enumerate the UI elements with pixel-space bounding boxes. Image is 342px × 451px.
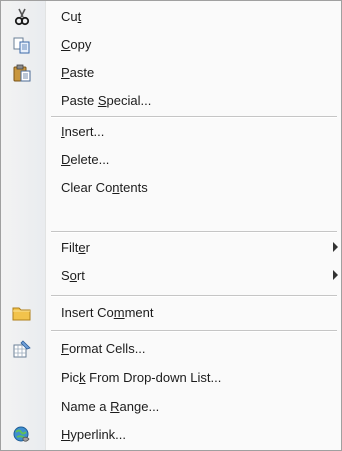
menu-item-pick-from-drop-down-list[interactable]: Pick From Drop-down List... (1, 364, 341, 392)
menu-item-label: Paste Special... (61, 93, 152, 108)
menu-item-copy[interactable]: Copy (1, 31, 341, 59)
menu-item-filter[interactable]: Filter (1, 234, 341, 262)
context-menu: Cut Copy Paste Paste Special... Insert..… (0, 0, 342, 451)
menu-item-label: Filter (61, 240, 90, 255)
menu-item-insert[interactable]: Insert... (1, 118, 341, 146)
hyperlink-icon (12, 426, 32, 444)
submenu-arrow-icon (333, 242, 338, 252)
menu-separator (51, 330, 337, 332)
menu-item-label: Delete... (61, 152, 110, 167)
menu-item-label: Cut (61, 9, 82, 24)
menu-item-clear-contents[interactable]: Clear Contents (1, 174, 341, 202)
menu-item-hyperlink[interactable]: Hyperlink... (1, 421, 341, 449)
menu-item-label: Insert Comment (61, 305, 154, 320)
menu-separator (51, 231, 337, 233)
menu-item-label: Insert... (61, 124, 105, 139)
menu-item-label: Hyperlink... (61, 427, 127, 442)
menu-item-sort[interactable]: Sort (1, 262, 341, 290)
menu-item-delete[interactable]: Delete... (1, 146, 341, 174)
menu-item-cut[interactable]: Cut (1, 3, 341, 31)
format-cells-icon (12, 340, 32, 358)
menu-item-paste-special[interactable]: Paste Special... (1, 87, 341, 115)
submenu-arrow-icon (333, 270, 338, 280)
insert-comment-icon (12, 304, 32, 322)
cut-icon (12, 8, 32, 26)
copy-icon (12, 36, 32, 54)
menu-item-label: Copy (61, 37, 92, 52)
menu-item-paste[interactable]: Paste (1, 59, 341, 87)
menu-item-label: Paste (61, 65, 95, 80)
menu-item-label: Name a Range... (61, 399, 160, 414)
paste-icon (12, 64, 32, 82)
menu-item-insert-comment[interactable]: Insert Comment (1, 299, 341, 327)
menu-item-name-a-range[interactable]: Name a Range... (1, 393, 341, 421)
menu-item-format-cells[interactable]: Format Cells... (1, 335, 341, 363)
menu-item-label: Pick From Drop-down List... (61, 370, 222, 385)
menu-item-label: Sort (61, 268, 85, 283)
menu-item-label: Format Cells... (61, 341, 146, 356)
menu-separator (51, 295, 337, 297)
menu-item-label: Clear Contents (61, 180, 148, 195)
